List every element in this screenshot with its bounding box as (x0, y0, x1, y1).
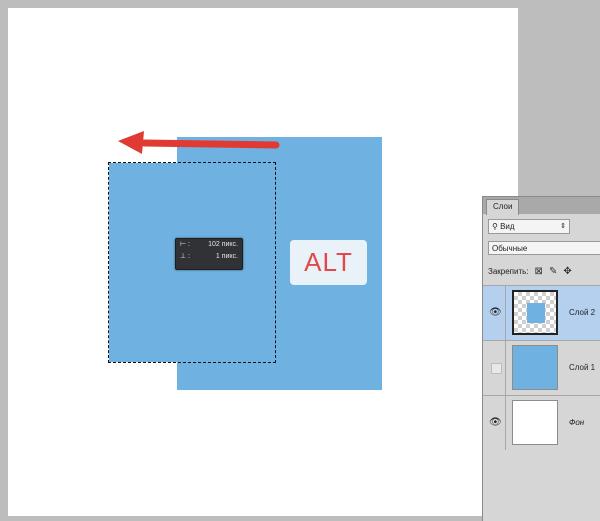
layer-thumbnail (512, 345, 558, 390)
layer-list: 👁 Слой 2 Слой 1 👁 Фон (483, 285, 600, 450)
layer-thumbnail (512, 400, 558, 445)
column-divider (505, 396, 506, 450)
tooltip-row-vertical: ⊥ : 1 пикс. (176, 251, 242, 263)
chevron-updown-icon: ⇕ (560, 223, 566, 230)
eye-icon[interactable]: 👁 (489, 417, 502, 428)
move-direction-arrow-icon (118, 131, 280, 154)
horizontal-distance-value: 102 пикс. (208, 241, 238, 248)
layer-row-layer-2[interactable]: 👁 Слой 2 (483, 285, 600, 340)
panel-tabbar: Слои (483, 197, 600, 215)
lock-transparency-icon[interactable]: ⊠ (535, 265, 543, 279)
lock-position-icon[interactable]: ✥ (563, 265, 571, 279)
blend-mode-select[interactable]: Обычные (488, 241, 600, 255)
tooltip-row-horizontal: ⊢ : 102 пикс. (176, 239, 242, 251)
layer-filter-label: Вид (500, 222, 515, 231)
lock-brush-icon[interactable]: ✎ (549, 265, 557, 279)
visibility-toggle-off-icon[interactable] (491, 363, 502, 374)
vertical-distance-icon: ⊥ : (180, 253, 190, 260)
layers-panel: Слои ⚲ Вид ⇕ Обычные Закрепить: ⊠ ✎ ✥ 👁 … (482, 196, 600, 521)
column-divider (505, 286, 506, 340)
layer-row-background[interactable]: 👁 Фон (483, 395, 600, 450)
vertical-distance-value: 1 пикс. (215, 253, 238, 260)
document-canvas[interactable]: ALT (8, 8, 518, 516)
search-icon: ⚲ (492, 222, 498, 231)
lock-label: Закрепить: (488, 267, 529, 276)
layer-row-layer-1[interactable]: Слой 1 (483, 340, 600, 395)
horizontal-distance-icon: ⊢ : (180, 241, 190, 248)
measurement-tooltip: ⊢ : 102 пикс. ⊥ : 1 пикс. (175, 238, 243, 270)
eye-icon[interactable]: 👁 (489, 307, 502, 318)
layer-name: Фон (569, 418, 585, 427)
tab-layers[interactable]: Слои (486, 199, 520, 215)
layer-filter-select[interactable]: ⚲ Вид ⇕ (488, 219, 570, 234)
layer-name: Слой 2 (569, 308, 596, 317)
alt-key-badge: ALT (290, 240, 367, 285)
layer-thumbnail (512, 290, 558, 335)
column-divider (505, 341, 506, 395)
layer-name: Слой 1 (569, 363, 596, 372)
lock-row: Закрепить: ⊠ ✎ ✥ (488, 265, 572, 279)
